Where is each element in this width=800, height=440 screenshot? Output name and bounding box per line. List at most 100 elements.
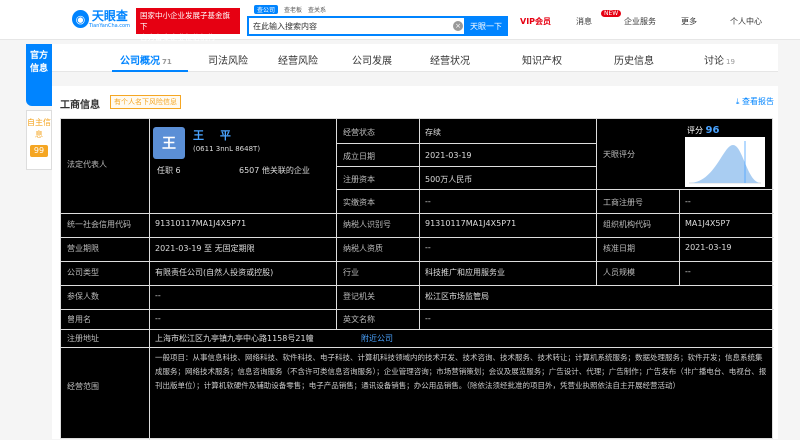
label-taxpayer-qual: 纳税人资质 [343, 244, 383, 253]
row-divider [61, 261, 774, 262]
label-address: 注册地址 [67, 334, 99, 343]
value-company-type: 有限责任公司(自然人投资或控股) [155, 268, 274, 277]
person-sub: (0611 3nnL 8648T) [193, 145, 261, 153]
label-paid-capital: 实缴资本 [343, 198, 375, 207]
person-holding[interactable]: 任职 6 [157, 165, 181, 176]
tab-history[interactable]: 历史信息 [614, 52, 654, 67]
label-org-code: 组织机构代码 [603, 220, 651, 229]
col-divider [419, 119, 420, 329]
promo-banner[interactable]: 国家中小企业发展子基金旗下 官方备案企业征信机构 [136, 8, 240, 42]
value-status: 存续 [425, 128, 441, 137]
tab-bar: 公司概况 71 司法风险 经营风险 公司发展 经营状况 知识产权 历史信息 讨论 1… [52, 44, 778, 72]
value-scope: 一般项目：从事信息科技、网络科技、软件科技、电子科技、计算机科技领域内的技术开发… [155, 353, 767, 390]
view-report-label: 查看报告 [742, 97, 774, 106]
row-divider [61, 329, 774, 330]
tab-discussion-label: 讨论 [704, 56, 724, 67]
tab-overview-label: 公司概况 [120, 56, 160, 67]
tab-development[interactable]: 公司发展 [352, 52, 392, 67]
row-divider [61, 309, 774, 310]
nav-messages[interactable]: 消息 [576, 16, 592, 27]
new-badge: NEW [601, 10, 622, 17]
view-report-link[interactable]: ⤓ 查看报告 [736, 96, 774, 107]
label-term: 营业期限 [67, 244, 99, 253]
nav-enterprise-service[interactable]: 企业服务 [624, 16, 656, 27]
value-org-code: MA1J4X5P7 [685, 219, 731, 228]
score-distribution-chart [685, 137, 765, 187]
risk-tag[interactable]: 有个人名下风险信息 [110, 95, 181, 109]
value-former-name: -- [155, 314, 161, 323]
value-staff-size: -- [685, 267, 691, 276]
value-credit-code: 91310117MA1J4X5P71 [155, 219, 247, 228]
col-divider [336, 119, 337, 329]
tab-operation-status[interactable]: 经营状况 [430, 52, 470, 67]
search-tab-company[interactable]: 查公司 [254, 5, 279, 14]
row-divider [61, 237, 774, 238]
person-avatar[interactable]: 王 [153, 127, 185, 159]
label-scope: 经营范围 [67, 382, 99, 391]
value-paid-capital: -- [425, 197, 431, 206]
label-insured: 参保人数 [67, 292, 99, 301]
tab-operating-risk[interactable]: 经营风险 [278, 52, 318, 67]
search-tab-boss[interactable]: 查老板 [284, 5, 302, 14]
col-divider [596, 119, 597, 285]
label-company-type: 公司类型 [67, 268, 99, 277]
score-value: 96 [705, 125, 720, 136]
tab-discussion[interactable]: 讨论 19 [704, 52, 735, 67]
score-label: 评分 [687, 126, 703, 135]
section-title: 工商信息 [60, 100, 100, 111]
search-type-tabs: 查公司 查老板 查关系 [254, 5, 326, 14]
search-input[interactable] [253, 20, 443, 33]
promo-line-1: 国家中小企业发展子基金旗下 [140, 11, 230, 31]
clear-icon[interactable]: × [453, 21, 463, 31]
label-credit-code: 统一社会信用代码 [67, 220, 131, 229]
value-approval-date: 2021-03-19 [685, 243, 732, 252]
label-status: 经营状态 [343, 128, 375, 137]
label-former-name: 曾用名 [67, 315, 91, 324]
value-industry: 科技推广和应用服务业 [425, 268, 505, 277]
label-english-name: 英文名称 [343, 315, 375, 324]
side-self-info[interactable]: 自主信息 99 [26, 110, 52, 170]
label-reg-capital: 注册资本 [343, 175, 375, 184]
promo-line-2: 官方备案企业征信机构 [140, 33, 215, 42]
tab-judicial-risk[interactable]: 司法风险 [208, 52, 248, 67]
score-display: 评分 96 [687, 125, 719, 136]
value-tax-id: 91310117MA1J4X5P71 [425, 219, 517, 228]
top-header: ◉ 天眼查 TianYanCha.com 国家中小企业发展子基金旗下 官方备案企… [0, 0, 800, 42]
nav-more[interactable]: 更多 [681, 16, 697, 27]
nearby-companies-link[interactable]: 附近公司 [361, 333, 393, 344]
logo-eye-icon: ◉ [72, 10, 89, 28]
value-address: 上海市松江区九亭镇九亭中心路1158号21幢 [155, 334, 314, 343]
search-button[interactable]: 天眼一下 [464, 16, 508, 36]
search-tab-relation[interactable]: 查关系 [308, 5, 326, 14]
tab-overview[interactable]: 公司概况 71 [120, 52, 172, 67]
label-registration-authority: 登记机关 [343, 292, 375, 301]
value-english-name: -- [425, 314, 431, 323]
value-term: 2021-03-19 至 无固定期限 [155, 244, 255, 253]
label-staff-size: 人员规模 [603, 268, 635, 277]
tab-discussion-count: 19 [726, 58, 735, 66]
label-approval-date: 核准日期 [603, 244, 635, 253]
side-official-info[interactable]: 官方信息 [26, 44, 52, 106]
person-related-companies[interactable]: 6507 他关联的企业 [239, 165, 310, 176]
value-registration-authority: 松江区市场监管局 [425, 292, 489, 301]
side-self-info-label: 自主信息 [27, 118, 51, 139]
tab-ip[interactable]: 知识产权 [522, 52, 562, 67]
row-divider [61, 213, 774, 214]
logo-text: 天眼查 [91, 8, 128, 23]
nav-user-center[interactable]: 个人中心 [730, 16, 762, 27]
person-name[interactable]: 王 平 [193, 127, 237, 143]
value-reg-number: -- [685, 197, 691, 206]
row-divider [61, 347, 774, 348]
label-reg-number: 工商注册号 [603, 198, 643, 207]
logo[interactable]: ◉ 天眼查 TianYanCha.com [72, 7, 130, 31]
row-divider [336, 143, 596, 144]
active-tab-indicator [112, 70, 188, 72]
side-self-info-badge: 99 [30, 145, 48, 157]
tab-overview-count: 71 [162, 58, 172, 66]
value-taxpayer-qual: -- [425, 243, 431, 252]
value-insured: -- [155, 291, 161, 300]
label-tax-id: 纳税人识别号 [343, 220, 391, 229]
legal-rep-label: 法定代表人 [67, 160, 107, 169]
search-box: × 天眼一下 [247, 16, 508, 36]
nav-vip[interactable]: VIP会员 [520, 16, 551, 27]
